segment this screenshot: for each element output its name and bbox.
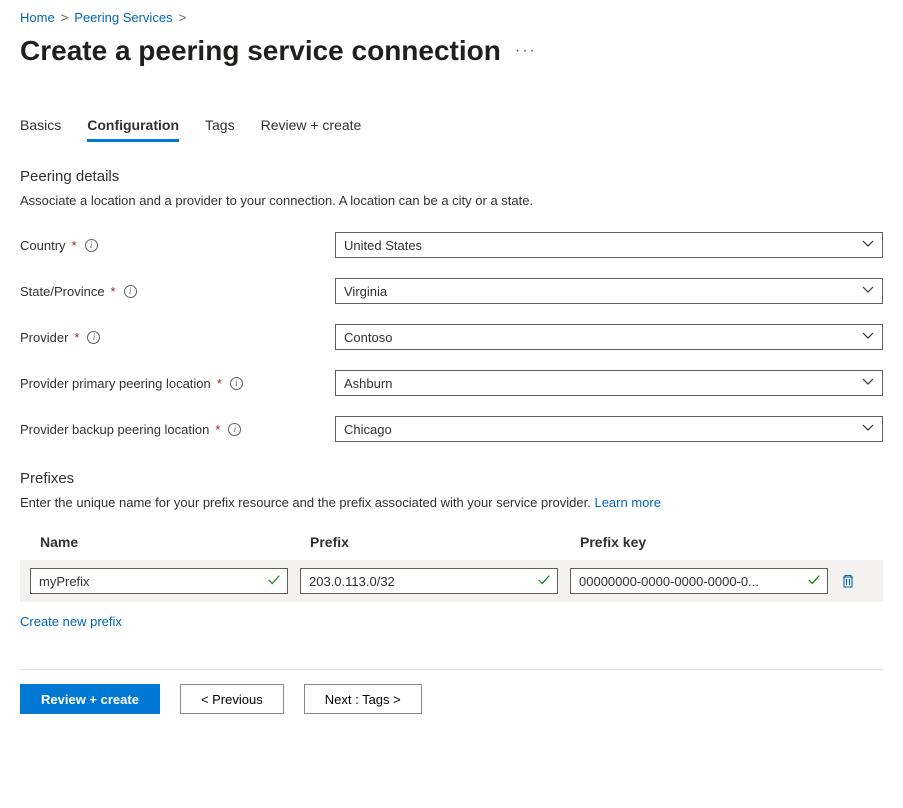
section-heading-prefixes: Prefixes [20,470,883,487]
section-description-prefixes: Enter the unique name for your prefix re… [20,495,883,510]
label-state: State/Province [20,284,105,299]
select-backup-location[interactable]: Chicago [335,416,883,442]
delete-prefix-button[interactable] [840,573,856,589]
col-header-prefix: Prefix [310,534,580,550]
tab-review-create[interactable]: Review + create [261,117,362,142]
col-header-key: Prefix key [580,534,873,550]
required-asterisk: * [217,376,222,391]
chevron-right-icon: > [61,10,69,25]
select-state[interactable]: Virginia [335,278,883,304]
select-country[interactable]: United States [335,232,883,258]
label-primary-location: Provider primary peering location [20,376,211,391]
chevron-right-icon: > [179,10,187,25]
chevron-down-icon [862,422,874,437]
select-state-value: Virginia [344,284,387,299]
footer-actions: Review + create < Previous Next : Tags > [20,669,883,714]
previous-button[interactable]: < Previous [180,684,284,714]
label-country: Country [20,238,66,253]
tab-tags[interactable]: Tags [205,117,235,142]
required-asterisk: * [215,422,220,437]
prefix-table: Name Prefix Prefix key myPrefix 203.0.11… [20,534,883,602]
check-icon [537,573,551,590]
chevron-down-icon [862,376,874,391]
info-icon[interactable]: i [124,285,137,298]
learn-more-link[interactable]: Learn more [594,495,660,510]
tab-configuration[interactable]: Configuration [87,117,179,142]
select-primary-location[interactable]: Ashburn [335,370,883,396]
prefix-table-header: Name Prefix Prefix key [20,534,883,560]
section-description-peering-details: Associate a location and a provider to y… [20,193,883,208]
info-icon[interactable]: i [87,331,100,344]
breadcrumb-home[interactable]: Home [20,10,55,25]
tab-basics[interactable]: Basics [20,117,61,142]
more-actions-button[interactable]: ··· [515,42,537,60]
required-asterisk: * [74,330,79,345]
section-heading-peering-details: Peering details [20,168,883,185]
tabs: Basics Configuration Tags Review + creat… [20,117,883,142]
breadcrumb-peering-services[interactable]: Peering Services [74,10,172,25]
table-row: myPrefix 203.0.113.0/32 00000000-0000-00… [20,560,883,602]
check-icon [267,573,281,590]
col-header-name: Name [40,534,310,550]
prefix-name-value: myPrefix [39,574,267,589]
prefix-value: 203.0.113.0/32 [309,574,537,589]
next-button[interactable]: Next : Tags > [304,684,422,714]
select-provider-value: Contoso [344,330,392,345]
info-icon[interactable]: i [85,239,98,252]
prefix-key-value: 00000000-0000-0000-0000-0... [579,574,807,589]
check-icon [807,573,821,590]
prefix-name-input[interactable]: myPrefix [30,568,288,594]
create-new-prefix-link[interactable]: Create new prefix [20,614,122,629]
review-create-button[interactable]: Review + create [20,684,160,714]
prefix-key-input[interactable]: 00000000-0000-0000-0000-0... [570,568,828,594]
breadcrumb: Home > Peering Services > [20,10,883,25]
select-country-value: United States [344,238,422,253]
chevron-down-icon [862,238,874,253]
select-provider[interactable]: Contoso [335,324,883,350]
select-backup-location-value: Chicago [344,422,392,437]
chevron-down-icon [862,330,874,345]
info-icon[interactable]: i [230,377,243,390]
prefix-value-input[interactable]: 203.0.113.0/32 [300,568,558,594]
label-backup-location: Provider backup peering location [20,422,209,437]
select-primary-location-value: Ashburn [344,376,392,391]
info-icon[interactable]: i [228,423,241,436]
chevron-down-icon [862,284,874,299]
required-asterisk: * [72,238,77,253]
required-asterisk: * [111,284,116,299]
page-title: Create a peering service connection [20,35,501,67]
label-provider: Provider [20,330,68,345]
